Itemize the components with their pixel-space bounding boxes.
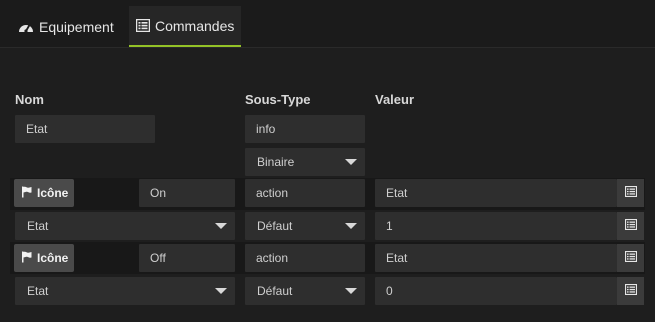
list-icon (624, 282, 637, 300)
action-link-select[interactable]: Etat (15, 277, 235, 305)
list-button[interactable] (617, 244, 644, 272)
action-name-field[interactable]: On (139, 179, 235, 207)
icon-button-label: Icône (37, 186, 69, 200)
list-button[interactable] (617, 277, 644, 305)
list-button[interactable] (617, 212, 644, 240)
flag-icon (21, 251, 33, 266)
action-link-select[interactable]: Etat (15, 212, 235, 240)
column-header-nom: Nom (15, 92, 44, 107)
list-button[interactable] (617, 179, 644, 207)
column-header-valeur: Valeur (375, 92, 415, 107)
icon-picker-button[interactable]: Icône (14, 179, 74, 207)
action-type-field[interactable]: action (245, 244, 365, 272)
list-icon (624, 184, 637, 202)
icon-picker-button[interactable]: Icône (14, 244, 74, 272)
list-icon (624, 217, 637, 235)
dashboard-icon (18, 20, 34, 34)
action-value-input[interactable]: 0 (375, 277, 617, 305)
action-value-field[interactable]: Etat (375, 179, 617, 207)
flag-icon (21, 186, 33, 201)
action-value-input[interactable]: 1 (375, 212, 617, 240)
action-subtype-select[interactable]: Défaut (245, 212, 365, 240)
tab-label: Equipement (39, 18, 114, 35)
info-type-field[interactable]: info (245, 115, 365, 143)
tab-label: Commandes (155, 17, 235, 34)
list-icon (136, 19, 150, 32)
action-name-field[interactable]: Off (139, 244, 235, 272)
info-name-field[interactable]: Etat (15, 115, 155, 143)
list-icon (624, 249, 637, 267)
action-value-field[interactable]: Etat (375, 244, 617, 272)
info-subtype-select[interactable]: Binaire (245, 148, 365, 176)
action-type-field[interactable]: action (245, 179, 365, 207)
tab-commandes[interactable]: Commandes (129, 6, 242, 47)
tab-equipement[interactable]: Equipement (12, 6, 120, 47)
action-subtype-select[interactable]: Défaut (245, 277, 365, 305)
column-header-sous-type: Sous-Type (245, 92, 311, 107)
icon-button-label: Icône (37, 251, 69, 265)
tab-bar: Equipement Commandes (0, 0, 655, 48)
